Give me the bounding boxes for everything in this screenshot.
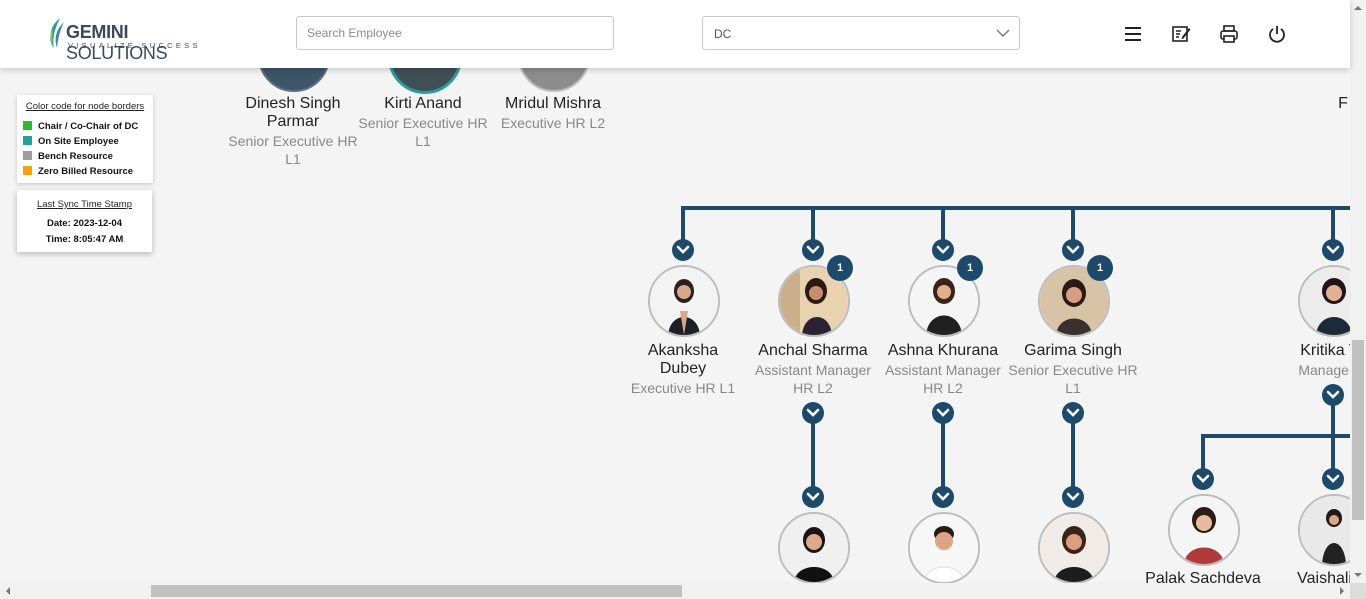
connector-line — [1071, 420, 1075, 490]
connector-line — [1071, 206, 1075, 240]
logo-word-1: GEMINI — [66, 22, 129, 42]
employee-name[interactable]: Ashna Khurana — [878, 342, 1008, 360]
expand-toggle[interactable] — [932, 486, 954, 508]
employee-avatar[interactable] — [778, 512, 850, 584]
chevron-down-icon — [1196, 474, 1210, 483]
sync-time: Time: 8:05:47 AM — [45, 234, 124, 245]
employee-avatar[interactable] — [1168, 494, 1240, 566]
legend-swatch — [23, 166, 32, 175]
vertical-scrollbar-thumb[interactable] — [1352, 340, 1364, 520]
top-bar: GEMINI SOLUTIONS VISUALIZE SUCCESS DC — [0, 0, 1350, 68]
employee-name[interactable]: Garima Singh — [1008, 342, 1138, 360]
chevron-down-icon — [936, 492, 950, 501]
employee-avatar[interactable] — [648, 265, 720, 337]
expand-toggle[interactable] — [1322, 239, 1344, 261]
employee-role: Assistant Manager HR L2 — [755, 362, 871, 396]
employee-name[interactable]: Anchal Sharma — [748, 342, 878, 360]
legend-item: Bench Resource — [23, 151, 113, 162]
connector-line — [941, 206, 945, 240]
expand-toggle[interactable] — [802, 486, 824, 508]
connector-line — [941, 420, 945, 490]
scroll-right-arrow-icon[interactable] — [1334, 583, 1350, 599]
expand-toggle[interactable] — [672, 239, 694, 261]
sync-date: Date: 2023-12-04 — [47, 218, 122, 229]
employee-role: Executive HR L1 — [630, 380, 736, 396]
expand-toggle[interactable] — [1192, 468, 1214, 490]
chevron-down-icon — [806, 492, 820, 501]
reportee-count-badge: 1 — [957, 255, 983, 281]
connector-line — [1331, 206, 1335, 240]
scroll-left-arrow-icon[interactable] — [0, 583, 16, 599]
legend-swatch — [23, 121, 32, 130]
power-icon[interactable] — [1266, 23, 1288, 45]
logo-leaf-icon — [50, 18, 64, 48]
dc-filter-select[interactable]: DC — [702, 16, 1020, 50]
employee-avatar[interactable] — [908, 512, 980, 584]
employee-name[interactable]: Mridul Mishra — [488, 95, 618, 113]
employee-name[interactable]: Akanksha Dubey — [618, 342, 748, 378]
print-icon[interactable] — [1218, 23, 1240, 45]
chevron-down-icon — [676, 245, 690, 254]
employee-role: Senior Executive HR L1 — [228, 133, 358, 167]
chevron-down-icon — [1326, 474, 1340, 483]
chevron-down-icon — [1066, 245, 1080, 254]
chevron-down-icon — [996, 29, 1010, 37]
scrollbar-corner — [1350, 583, 1366, 599]
expand-toggle[interactable] — [1062, 239, 1084, 261]
horizontal-scrollbar-thumb[interactable] — [151, 585, 682, 597]
employee-role: Senior Executive HR L1 — [358, 115, 488, 149]
scroll-up-arrow-icon[interactable] — [1350, 0, 1366, 16]
employee-role: Senior Executive HR L1 — [1008, 362, 1138, 396]
color-code-legend: Color code for node borders Chair / Co-C… — [17, 95, 153, 183]
sync-title: Last Sync Time Stamp — [36, 199, 133, 210]
employee-name[interactable]: Kirti Anand — [358, 95, 488, 113]
employee-avatar[interactable] — [1038, 512, 1110, 584]
reportee-count-badge: 1 — [827, 255, 853, 281]
chevron-down-icon — [1326, 390, 1340, 399]
chevron-down-icon — [1326, 245, 1340, 254]
chevron-down-icon — [806, 245, 820, 254]
chevron-down-icon — [806, 408, 820, 417]
employee-name[interactable]: Dinesh Singh Parmar — [228, 95, 358, 131]
chevron-down-icon — [936, 408, 950, 417]
chevron-down-icon — [1066, 492, 1080, 501]
chevron-down-icon — [936, 245, 950, 254]
gemini-logo[interactable]: GEMINI SOLUTIONS VISUALIZE SUCCESS — [46, 16, 216, 63]
expand-toggle[interactable] — [802, 402, 824, 424]
legend-title: Color code for node borders — [25, 101, 145, 112]
sync-timestamp-panel: Last Sync Time Stamp Date: 2023-12-04 Ti… — [17, 190, 152, 252]
expand-toggle[interactable] — [1062, 402, 1084, 424]
chevron-down-icon — [1066, 408, 1080, 417]
dc-filter-value: DC — [714, 27, 732, 41]
expand-toggle[interactable] — [802, 239, 824, 261]
search-employee-input[interactable] — [296, 16, 614, 50]
connector-line — [1201, 434, 1350, 438]
expand-toggle[interactable] — [932, 239, 954, 261]
employee-role: Assistant Manager HR L2 — [885, 362, 1001, 396]
employee-role: Executive HR L2 — [500, 115, 606, 131]
legend-item: Chair / Co-Chair of DC — [23, 121, 138, 132]
menu-icon[interactable] — [1122, 23, 1144, 45]
logo-tagline: VISUALIZE SUCCESS — [68, 41, 201, 50]
expand-toggle[interactable] — [1062, 486, 1084, 508]
expand-toggle[interactable] — [1322, 384, 1344, 406]
connector-line — [681, 206, 1350, 210]
edit-note-icon[interactable] — [1170, 23, 1192, 45]
legend-item: Zero Billed Resource — [23, 166, 133, 177]
scroll-down-arrow-icon[interactable] — [1350, 567, 1366, 583]
expand-toggle[interactable] — [1322, 468, 1344, 490]
expand-toggle[interactable] — [932, 402, 954, 424]
reportee-count-badge: 1 — [1087, 255, 1113, 281]
legend-swatch — [23, 151, 32, 160]
connector-line — [681, 206, 685, 240]
connector-line — [1201, 434, 1205, 469]
legend-swatch — [23, 136, 32, 145]
legend-item: On Site Employee — [23, 136, 119, 147]
connector-line — [811, 206, 815, 240]
connector-line — [811, 420, 815, 490]
